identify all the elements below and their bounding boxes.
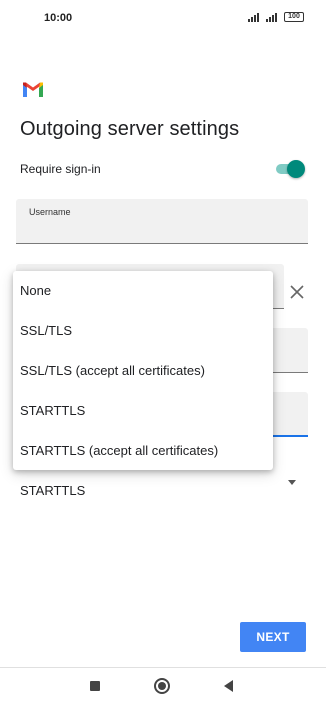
menu-item-starttls[interactable]: STARTTLS [13,391,273,431]
username-label: Username [29,207,71,217]
page-title: Outgoing server settings [20,118,240,140]
require-signin-label: Require sign-in [20,162,101,176]
dropdown-arrow-icon[interactable] [288,480,296,485]
username-field[interactable]: Username [16,199,308,244]
recents-icon[interactable] [90,681,100,691]
status-icons: 100 [248,12,304,22]
toggle-thumb [287,160,305,178]
next-button[interactable]: NEXT [240,622,306,652]
gmail-icon [23,82,43,97]
menu-item-ssl-tls-accept-all[interactable]: SSL/TLS (accept all certificates) [13,351,273,391]
require-signin-toggle[interactable] [276,160,305,178]
close-icon[interactable] [288,283,306,301]
security-type-menu: None SSL/TLS SSL/TLS (accept all certifi… [13,271,273,470]
nav-divider [0,667,326,668]
signal-icon [266,12,280,22]
menu-item-ssl-tls[interactable]: SSL/TLS [13,311,273,351]
status-time: 10:00 [44,12,73,24]
signal-icon [248,12,262,22]
menu-item-starttls-accept-all[interactable]: STARTTLS (accept all certificates) [13,431,273,471]
home-icon[interactable] [154,678,170,694]
battery-icon: 100 [284,12,304,22]
back-icon[interactable] [224,680,233,692]
security-type-select[interactable]: STARTTLS [20,483,85,498]
menu-item-none[interactable]: None [13,271,273,311]
